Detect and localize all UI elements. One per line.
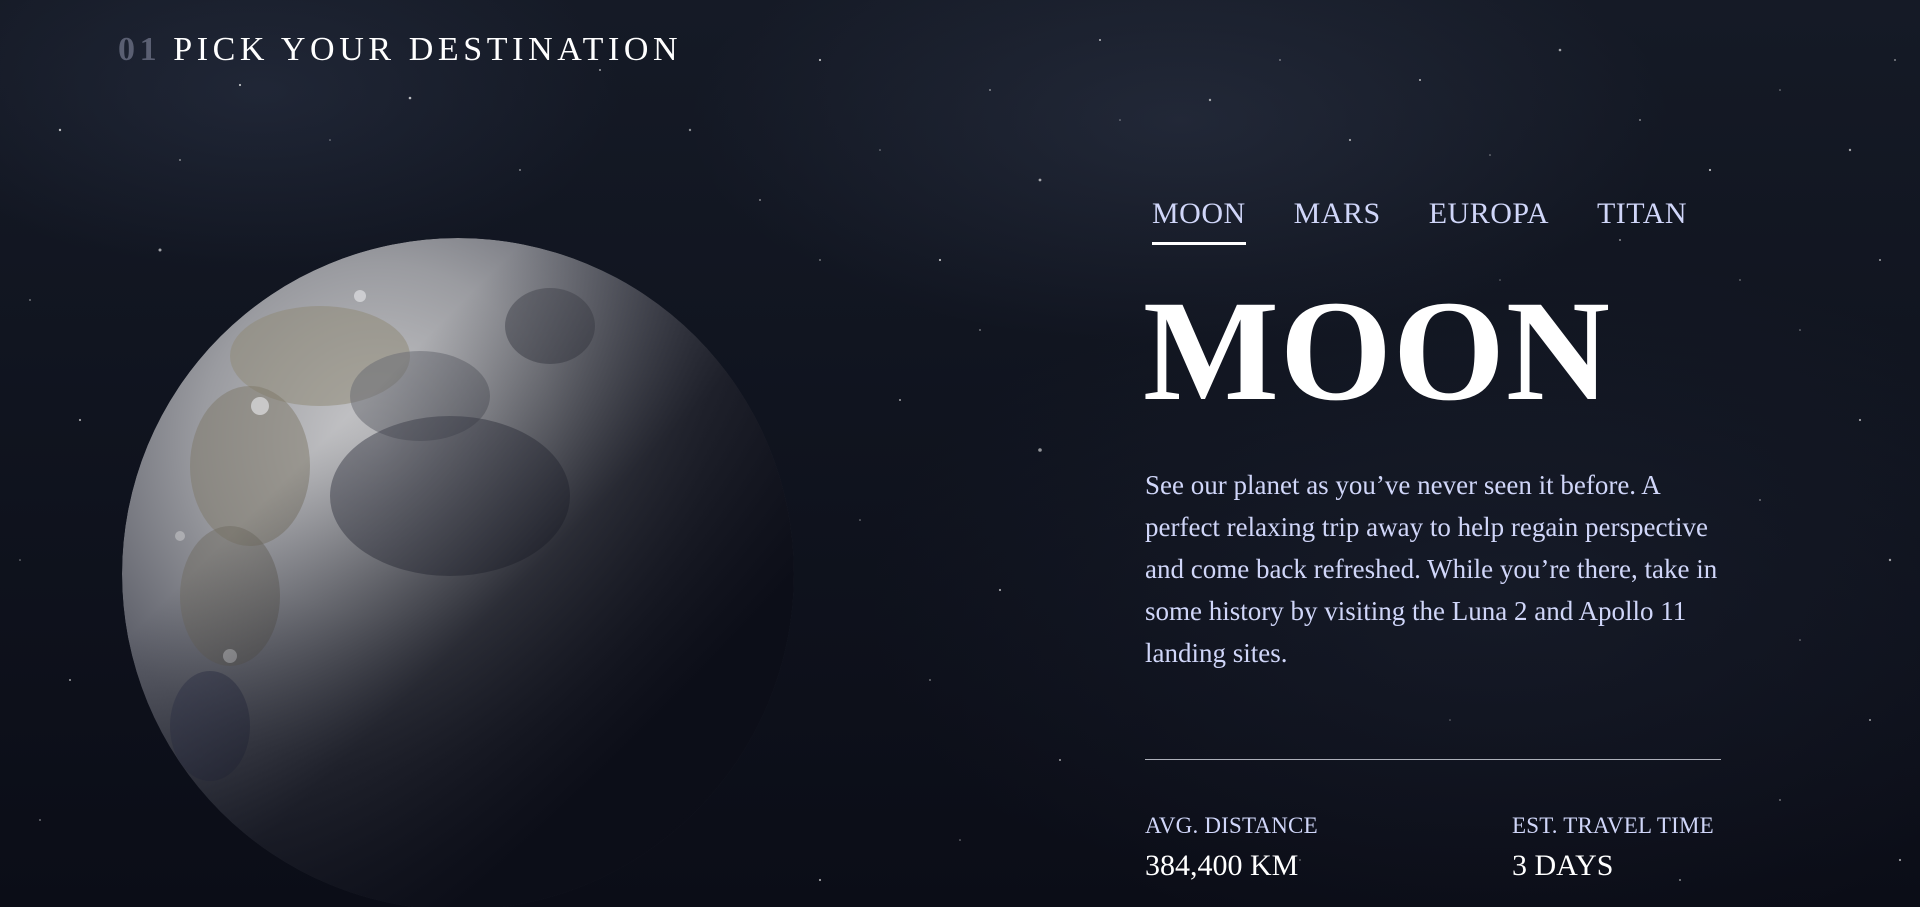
tab-mars[interactable]: MARS [1294, 196, 1381, 245]
tab-moon[interactable]: MOON [1152, 196, 1246, 245]
travel-time-label: EST. TRAVEL TIME [1512, 813, 1714, 838]
heading-title: PICK YOUR DESTINATION [173, 31, 683, 68]
page-heading: 01 PICK YOUR DESTINATION [118, 28, 682, 72]
heading-number: 01 [118, 31, 162, 68]
destination-tabs: MOON MARS EUROPA TITAN [1152, 196, 1687, 245]
distance-label: AVG. DISTANCE [1145, 813, 1318, 838]
distance-value: 384,400 KM [1145, 849, 1299, 882]
tab-titan[interactable]: TITAN [1597, 196, 1687, 245]
divider [1145, 759, 1721, 760]
stat-distance: AVG. DISTANCE 384,400 KM [1145, 812, 1318, 884]
tab-europa[interactable]: EUROPA [1429, 196, 1549, 245]
moon-image [120, 236, 800, 907]
travel-time-value: 3 DAYS [1512, 849, 1614, 882]
destination-page: 01 PICK YOUR DESTINATION MOON MARS EUROP… [0, 0, 1920, 907]
destination-title: MOON [1143, 272, 1611, 431]
stat-travel-time: EST. TRAVEL TIME 3 DAYS [1512, 812, 1714, 884]
destination-description: See our planet as you’ve never seen it b… [1145, 470, 1718, 668]
